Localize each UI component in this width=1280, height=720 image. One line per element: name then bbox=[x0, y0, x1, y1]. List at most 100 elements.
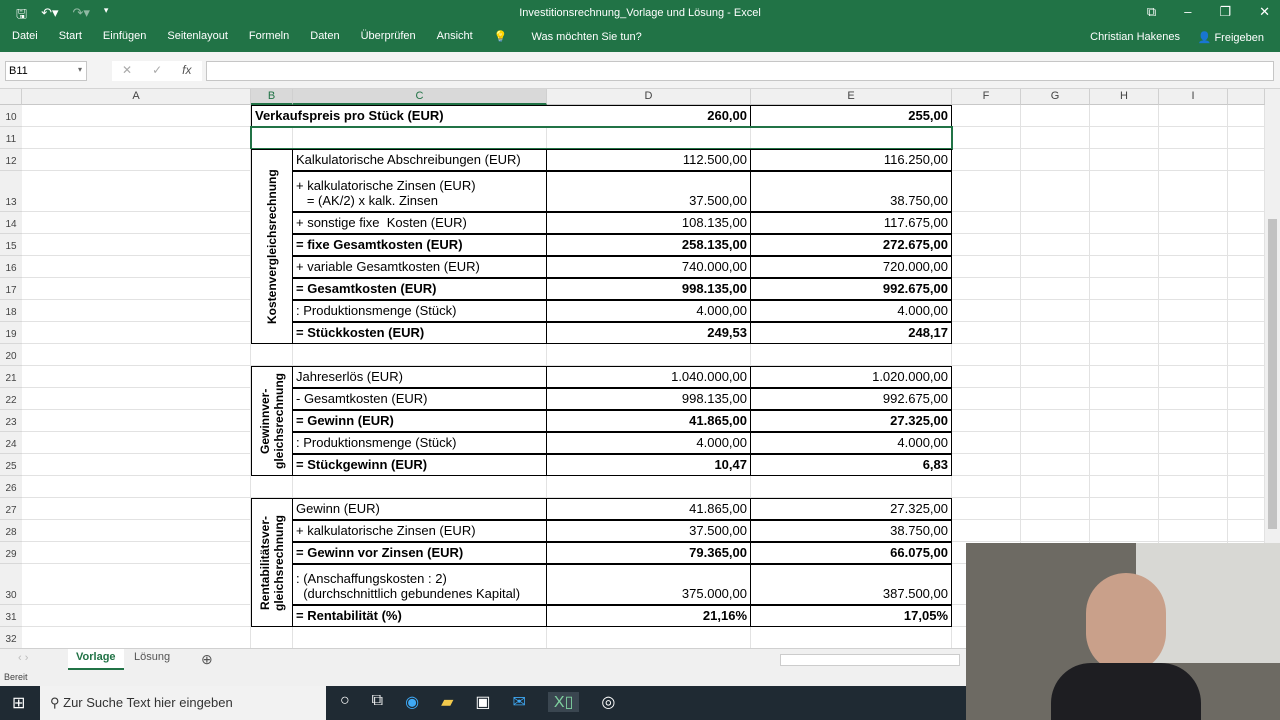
column-header-b[interactable]: B bbox=[251, 89, 293, 105]
value-e[interactable]: 720.000,00 bbox=[751, 256, 952, 278]
grid-cell[interactable] bbox=[1159, 388, 1228, 410]
grid-cell[interactable] bbox=[952, 105, 1021, 127]
formula-input[interactable] bbox=[206, 61, 1274, 81]
grid-cell[interactable] bbox=[1159, 212, 1228, 234]
grid-cell[interactable] bbox=[751, 344, 952, 366]
grid-cell[interactable] bbox=[751, 627, 952, 649]
file-explorer-icon[interactable]: ▰ bbox=[441, 692, 453, 712]
grid-cell[interactable] bbox=[22, 542, 251, 564]
grid-cell[interactable] bbox=[22, 278, 251, 300]
menu-daten[interactable]: Daten bbox=[310, 30, 339, 43]
row-header-19[interactable]: 19 bbox=[0, 322, 22, 344]
row-header-14[interactable]: 14 bbox=[0, 212, 22, 234]
value-e[interactable]: 6,83 bbox=[751, 454, 952, 476]
windows-start-icon[interactable]: ⊞ bbox=[12, 693, 25, 713]
grid-cell[interactable] bbox=[22, 498, 251, 520]
grid-cell[interactable] bbox=[1090, 149, 1159, 171]
grid-cell[interactable] bbox=[1228, 498, 1265, 520]
minimize-button[interactable]: – bbox=[1184, 4, 1191, 20]
section-label[interactable]: Gewinnver- gleichsrechnung bbox=[251, 366, 293, 476]
grid-cell[interactable] bbox=[22, 432, 251, 454]
value-e[interactable]: 992.675,00 bbox=[751, 278, 952, 300]
mail-icon[interactable]: ✉ bbox=[513, 692, 526, 712]
grid-cell[interactable] bbox=[1228, 300, 1265, 322]
row-label[interactable]: = Stückkosten (EUR) bbox=[293, 322, 547, 344]
value-d[interactable]: 37.500,00 bbox=[547, 171, 751, 212]
grid-cell[interactable] bbox=[1021, 410, 1090, 432]
value-d[interactable]: 41.865,00 bbox=[547, 410, 751, 432]
row-header-22[interactable]: 22 bbox=[0, 388, 22, 410]
task-view-icon[interactable]: ⧉ bbox=[372, 692, 383, 712]
row-label[interactable]: = Stückgewinn (EUR) bbox=[293, 454, 547, 476]
grid-cell[interactable] bbox=[1090, 278, 1159, 300]
excel-icon[interactable]: X▯ bbox=[547, 692, 580, 712]
row-header-20[interactable]: 20 bbox=[0, 344, 22, 366]
close-button[interactable]: ✕ bbox=[1259, 4, 1270, 20]
value-e[interactable]: 248,17 bbox=[751, 322, 952, 344]
select-all-corner[interactable] bbox=[0, 89, 22, 105]
grid-cell[interactable] bbox=[1021, 388, 1090, 410]
value-e[interactable]: 116.250,00 bbox=[751, 149, 952, 171]
value-e[interactable]: 66.075,00 bbox=[751, 542, 952, 564]
grid-cell[interactable] bbox=[1228, 256, 1265, 278]
grid-cell[interactable] bbox=[22, 564, 251, 605]
row-header-28[interactable]: 28 bbox=[0, 520, 22, 542]
grid-cell[interactable] bbox=[1159, 149, 1228, 171]
row-header-15[interactable]: 15 bbox=[0, 234, 22, 256]
grid-cell[interactable] bbox=[1021, 454, 1090, 476]
column-header-a[interactable]: A bbox=[22, 89, 251, 105]
value-d[interactable]: 998.135,00 bbox=[547, 278, 751, 300]
grid-cell[interactable] bbox=[1228, 410, 1265, 432]
grid-cell[interactable] bbox=[1159, 171, 1228, 212]
grid-cell[interactable] bbox=[1090, 234, 1159, 256]
store-icon[interactable]: ▣ bbox=[475, 692, 490, 712]
grid-cell[interactable] bbox=[1228, 454, 1265, 476]
tab-vorlage[interactable]: Vorlage bbox=[68, 649, 124, 670]
grid-cell[interactable] bbox=[1159, 476, 1228, 498]
grid-cell[interactable] bbox=[251, 476, 293, 498]
value-d[interactable]: 4.000,00 bbox=[547, 432, 751, 454]
grid-cell[interactable] bbox=[952, 366, 1021, 388]
grid-cell[interactable] bbox=[952, 300, 1021, 322]
row-label[interactable]: Gewinn (EUR) bbox=[293, 498, 547, 520]
row-label[interactable]: = Gesamtkosten (EUR) bbox=[293, 278, 547, 300]
value-e[interactable]: 38.750,00 bbox=[751, 171, 952, 212]
grid-cell[interactable] bbox=[22, 454, 251, 476]
grid-cell[interactable] bbox=[952, 234, 1021, 256]
grid-cell[interactable] bbox=[1021, 476, 1090, 498]
grid-cell[interactable] bbox=[1159, 520, 1228, 542]
grid-cell[interactable] bbox=[293, 476, 547, 498]
grid-cell[interactable] bbox=[22, 627, 251, 649]
name-box[interactable]: B11 ▾ bbox=[5, 61, 87, 81]
row-header-24[interactable]: 24 bbox=[0, 432, 22, 454]
grid-cell[interactable] bbox=[952, 476, 1021, 498]
grid-cell[interactable] bbox=[547, 344, 751, 366]
grid-cell[interactable] bbox=[1021, 278, 1090, 300]
row-header-23[interactable]: 23 bbox=[0, 410, 22, 432]
row-label[interactable]: = Gewinn vor Zinsen (EUR) bbox=[293, 542, 547, 564]
value-e[interactable]: 4.000,00 bbox=[751, 432, 952, 454]
ribbon-display-icon[interactable]: ⧉ bbox=[1147, 4, 1156, 20]
row-header-10[interactable]: 10 bbox=[0, 105, 22, 127]
grid-cell[interactable] bbox=[1021, 498, 1090, 520]
value-d[interactable]: 112.500,00 bbox=[547, 149, 751, 171]
column-header-g[interactable]: G bbox=[1021, 89, 1090, 105]
grid-cell[interactable] bbox=[1090, 105, 1159, 127]
grid-cell[interactable] bbox=[952, 322, 1021, 344]
grid-cell[interactable] bbox=[1228, 476, 1265, 498]
grid-cell[interactable] bbox=[1228, 322, 1265, 344]
grid-cell[interactable] bbox=[1228, 366, 1265, 388]
grid-cell[interactable] bbox=[22, 127, 251, 149]
grid-cell[interactable] bbox=[1090, 432, 1159, 454]
grid-cell[interactable] bbox=[22, 476, 251, 498]
grid-cell[interactable] bbox=[1021, 234, 1090, 256]
row-label[interactable]: Verkaufspreis pro Stück (EUR) bbox=[251, 105, 547, 127]
grid-cell[interactable] bbox=[293, 627, 547, 649]
grid-cell[interactable] bbox=[22, 388, 251, 410]
obs-icon[interactable]: ◎ bbox=[601, 692, 615, 712]
value-e[interactable]: 38.750,00 bbox=[751, 520, 952, 542]
grid-cell[interactable] bbox=[1159, 300, 1228, 322]
grid-cell[interactable] bbox=[22, 171, 251, 212]
grid-cell[interactable] bbox=[1090, 410, 1159, 432]
menu-ansicht[interactable]: Ansicht bbox=[437, 30, 473, 43]
